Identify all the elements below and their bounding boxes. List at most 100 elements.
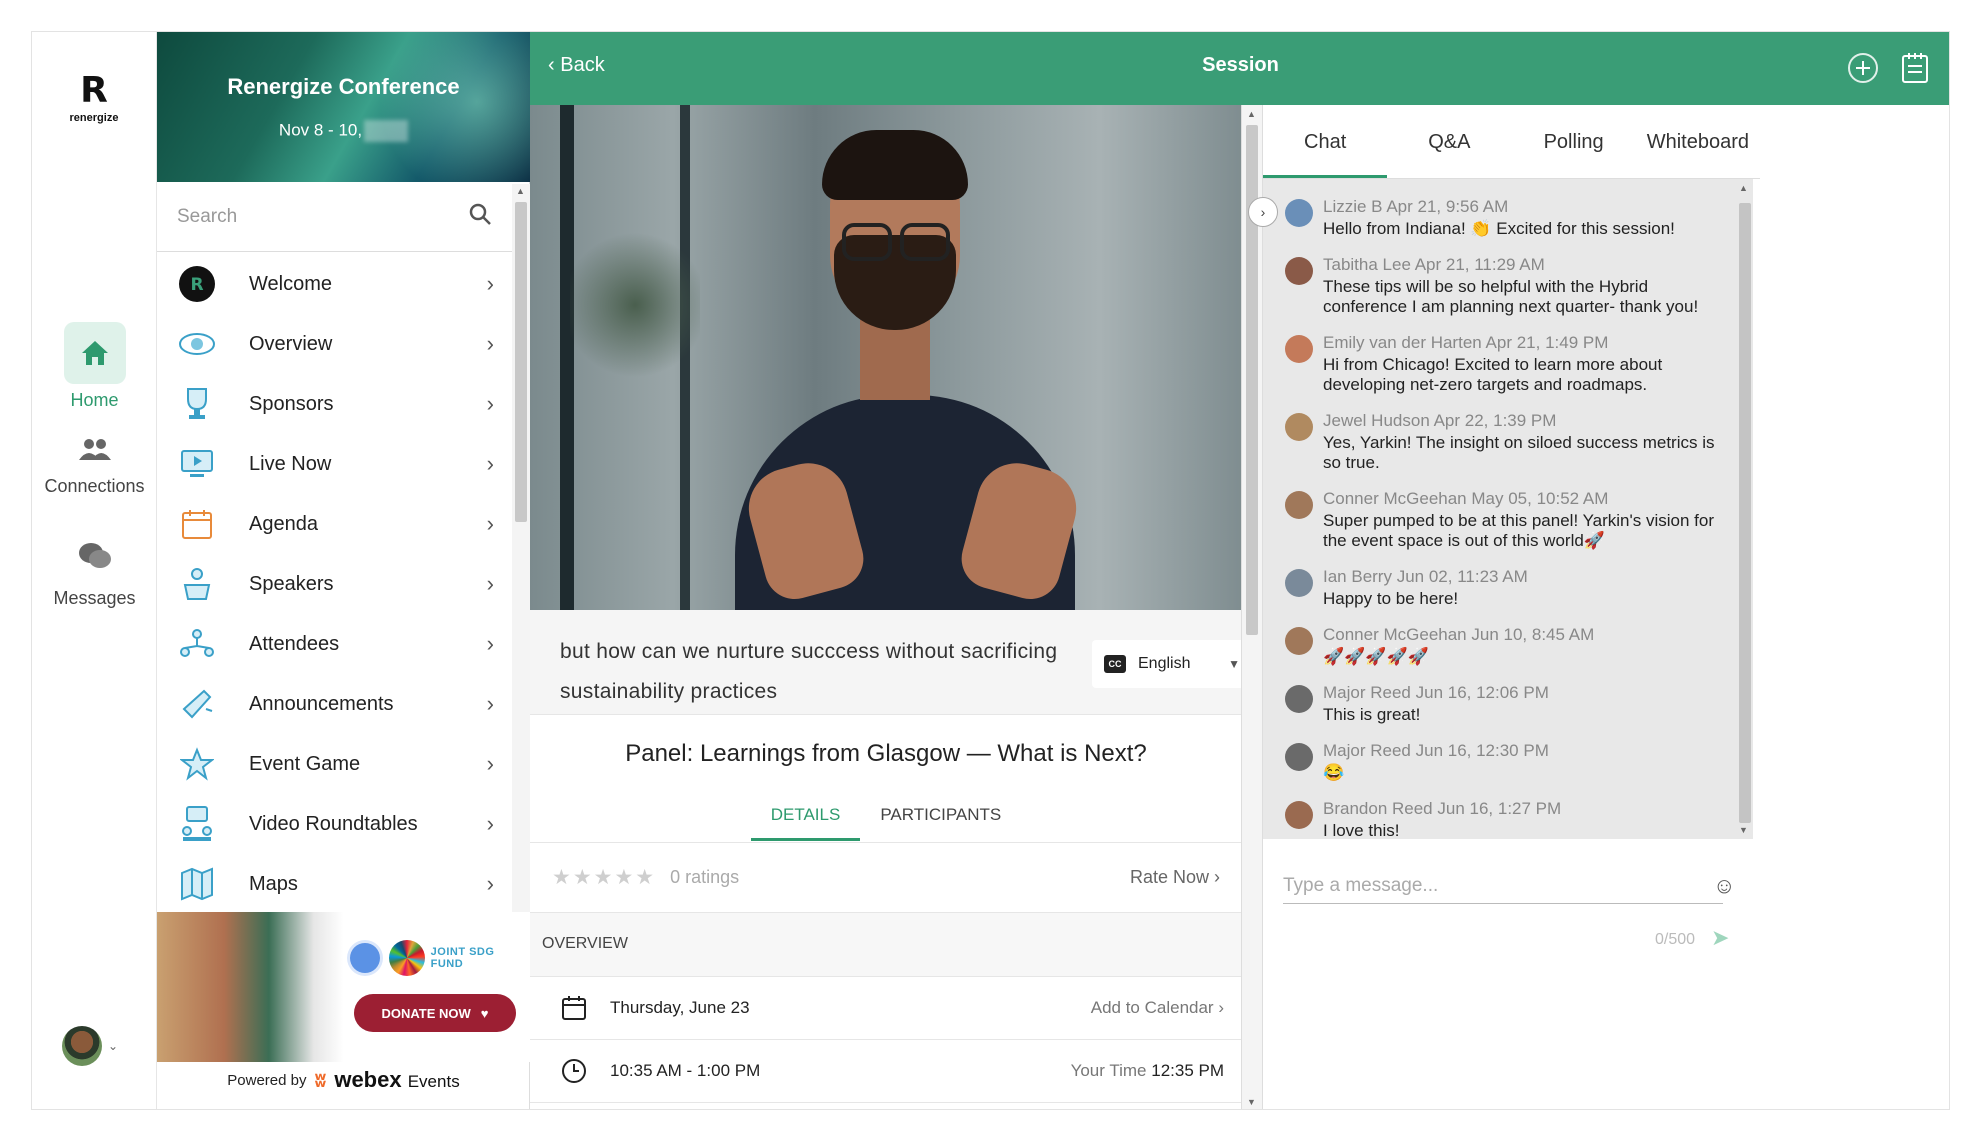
nav-item-video-roundtables[interactable]: Video Roundtables › xyxy=(157,794,512,854)
tab-qa[interactable]: Q&A xyxy=(1387,105,1511,178)
nav-item-event-game[interactable]: Event Game › xyxy=(157,734,512,794)
scroll-down-arrow-icon[interactable]: ▼ xyxy=(1247,1097,1256,1107)
donate-button[interactable]: DONATE NOW ♥ xyxy=(354,994,516,1032)
message-body: Conner McGeehan Jun 10, 8:45 AM 🚀🚀🚀🚀🚀 xyxy=(1323,625,1719,667)
avatar[interactable] xyxy=(1285,413,1313,441)
ratings-count: 0 ratings xyxy=(670,867,740,887)
scrollbar-thumb[interactable] xyxy=(515,202,527,522)
session-date: Thursday, June 23 xyxy=(610,998,750,1017)
chevron-right-icon: › xyxy=(486,871,494,896)
avatar[interactable] xyxy=(1285,627,1313,655)
emoji-icon[interactable]: ☺ xyxy=(1713,873,1735,899)
avatar[interactable] xyxy=(1285,199,1313,227)
nav-item-live-now[interactable]: Live Now › xyxy=(157,434,512,494)
collapse-panel-button[interactable]: › xyxy=(1248,197,1278,227)
nav-item-sponsors[interactable]: Sponsors › xyxy=(157,374,512,434)
avatar xyxy=(62,1026,102,1066)
nav-item-announcements[interactable]: Announcements › xyxy=(157,674,512,734)
chat-bubbles-icon xyxy=(64,530,126,582)
add-circle-icon[interactable] xyxy=(1847,52,1879,89)
event-banner: Renergize Conference Nov 8 - 10, xyxy=(157,32,530,182)
video-player[interactable] xyxy=(530,105,1241,610)
scroll-up-arrow-icon[interactable]: ▲ xyxy=(1739,183,1748,193)
avatar[interactable] xyxy=(1285,491,1313,519)
avatar[interactable] xyxy=(1285,743,1313,771)
message-author: Conner McGeehan xyxy=(1323,489,1467,508)
avatar[interactable] xyxy=(1285,801,1313,829)
message-body: Jewel Hudson Apr 22, 1:39 PM Yes, Yarkin!… xyxy=(1323,411,1719,473)
caption-bar: but how can we nurture succcess without … xyxy=(530,610,1241,715)
chevron-right-icon: › xyxy=(486,331,494,356)
tab-polling[interactable]: Polling xyxy=(1512,105,1636,178)
avatar[interactable] xyxy=(1285,257,1313,285)
header-actions xyxy=(1847,52,1929,89)
eye-icon xyxy=(177,324,217,364)
message-text: Happy to be here! xyxy=(1323,589,1459,608)
live-caption: but how can we nurture succcess without … xyxy=(560,640,1058,703)
renergize-logo[interactable]: R renergize xyxy=(52,70,136,125)
message-time: Jun 16, 12:06 PM xyxy=(1415,683,1549,702)
chevron-right-icon: › xyxy=(486,511,494,536)
user-menu[interactable]: ⌄ xyxy=(62,1024,132,1068)
closed-caption-icon: CC xyxy=(1104,655,1126,673)
renergize-logo-icon: R xyxy=(80,70,108,111)
nav-item-overview[interactable]: Overview › xyxy=(157,314,512,374)
scrollbar-thumb[interactable] xyxy=(1739,203,1751,823)
chat-message: Emily van der Harten Apr 21, 1:49 PM Hi f… xyxy=(1263,333,1735,395)
session-main: but how can we nurture succcess without … xyxy=(530,105,1242,1109)
fund-name: JOINT SDG FUND xyxy=(430,946,495,970)
message-body: Lizzie B Apr 21, 9:56 AM Hello from India… xyxy=(1323,197,1719,239)
nav-item-label: Attendees xyxy=(249,632,340,655)
app-window: R renergize Home Connections Messages ⌄ xyxy=(31,31,1950,1110)
overview-header: OVERVIEW xyxy=(530,913,1241,977)
chat-scrollbar[interactable]: ▲ ▼ xyxy=(1735,179,1753,839)
add-to-calendar-link[interactable]: Add to Calendar › xyxy=(1091,998,1224,1018)
scroll-down-arrow-icon[interactable]: ▼ xyxy=(1739,825,1748,835)
session-tabs: DETAILS PARTICIPANTS xyxy=(530,795,1241,841)
caption-language-select[interactable]: CC English ▼ xyxy=(1092,640,1241,688)
nav-item-welcome[interactable]: R Welcome › xyxy=(157,254,512,314)
sponsor-promo-banner[interactable]: JOINT SDG FUND DONATE NOW ♥ xyxy=(157,912,530,1062)
tab-chat[interactable]: Chat xyxy=(1263,105,1388,178)
message-header: Major Reed Jun 16, 12:06 PM xyxy=(1323,683,1719,703)
tab-details[interactable]: DETAILS xyxy=(750,795,861,841)
nav-scrollbar[interactable]: ▲ ▼ xyxy=(512,184,530,944)
main-scrollbar[interactable]: ▲ ▼ xyxy=(1242,105,1262,1109)
nav-item-attendees[interactable]: Attendees › xyxy=(157,614,512,674)
chat-message: Major Reed Jun 16, 12:30 PM 😂 xyxy=(1263,741,1735,783)
tab-whiteboard[interactable]: Whiteboard xyxy=(1636,105,1760,178)
rail-item-messages[interactable]: Messages xyxy=(32,530,157,609)
message-input[interactable] xyxy=(1283,869,1723,904)
nav-item-agenda[interactable]: Agenda › xyxy=(157,494,512,554)
rate-now-link[interactable]: Rate Now › xyxy=(1130,867,1220,888)
rail-item-home[interactable]: Home xyxy=(32,322,157,411)
search-input[interactable] xyxy=(177,205,468,228)
rating-stars[interactable]: ★★★★★ xyxy=(552,865,656,890)
message-author: Jewel Hudson xyxy=(1323,411,1430,430)
message-time: May 05, 10:52 AM xyxy=(1471,489,1609,508)
avatar[interactable] xyxy=(1285,685,1313,713)
scroll-up-arrow-icon[interactable]: ▲ xyxy=(516,186,525,196)
chat-message: Conner McGeehan May 05, 10:52 AM Super pu… xyxy=(1263,489,1735,551)
nav-item-maps[interactable]: Maps › xyxy=(157,854,512,914)
message-body: Tabitha Lee Apr 21, 11:29 AM These tips w… xyxy=(1323,255,1719,317)
add-to-calendar-label: Add to Calendar xyxy=(1090,998,1214,1017)
chevron-right-icon: › xyxy=(486,391,494,416)
avatar[interactable] xyxy=(1285,335,1313,363)
session-time-row: 10:35 AM - 1:00 PM Your Time 12:35 PM xyxy=(530,1040,1241,1103)
nav-item-speakers[interactable]: Speakers › xyxy=(157,554,512,614)
event-date: Nov 8 - 10, xyxy=(278,120,363,140)
tab-participants[interactable]: PARTICIPANTS xyxy=(860,795,1021,841)
avatar[interactable] xyxy=(1285,569,1313,597)
clock-icon xyxy=(560,1058,588,1084)
scroll-up-arrow-icon[interactable]: ▲ xyxy=(1247,109,1256,119)
notes-icon[interactable] xyxy=(1901,52,1929,89)
brand-suffix: Events xyxy=(407,1072,460,1091)
message-header: Tabitha Lee Apr 21, 11:29 AM xyxy=(1323,255,1719,275)
renergize-logo-icon: R xyxy=(177,264,217,304)
session-time: 10:35 AM - 1:00 PM xyxy=(610,1061,761,1080)
send-icon[interactable]: ➤ xyxy=(1711,925,1729,951)
search-icon[interactable] xyxy=(468,202,492,231)
rail-item-connections[interactable]: Connections xyxy=(32,430,157,497)
chevron-right-icon: › xyxy=(1260,204,1266,220)
